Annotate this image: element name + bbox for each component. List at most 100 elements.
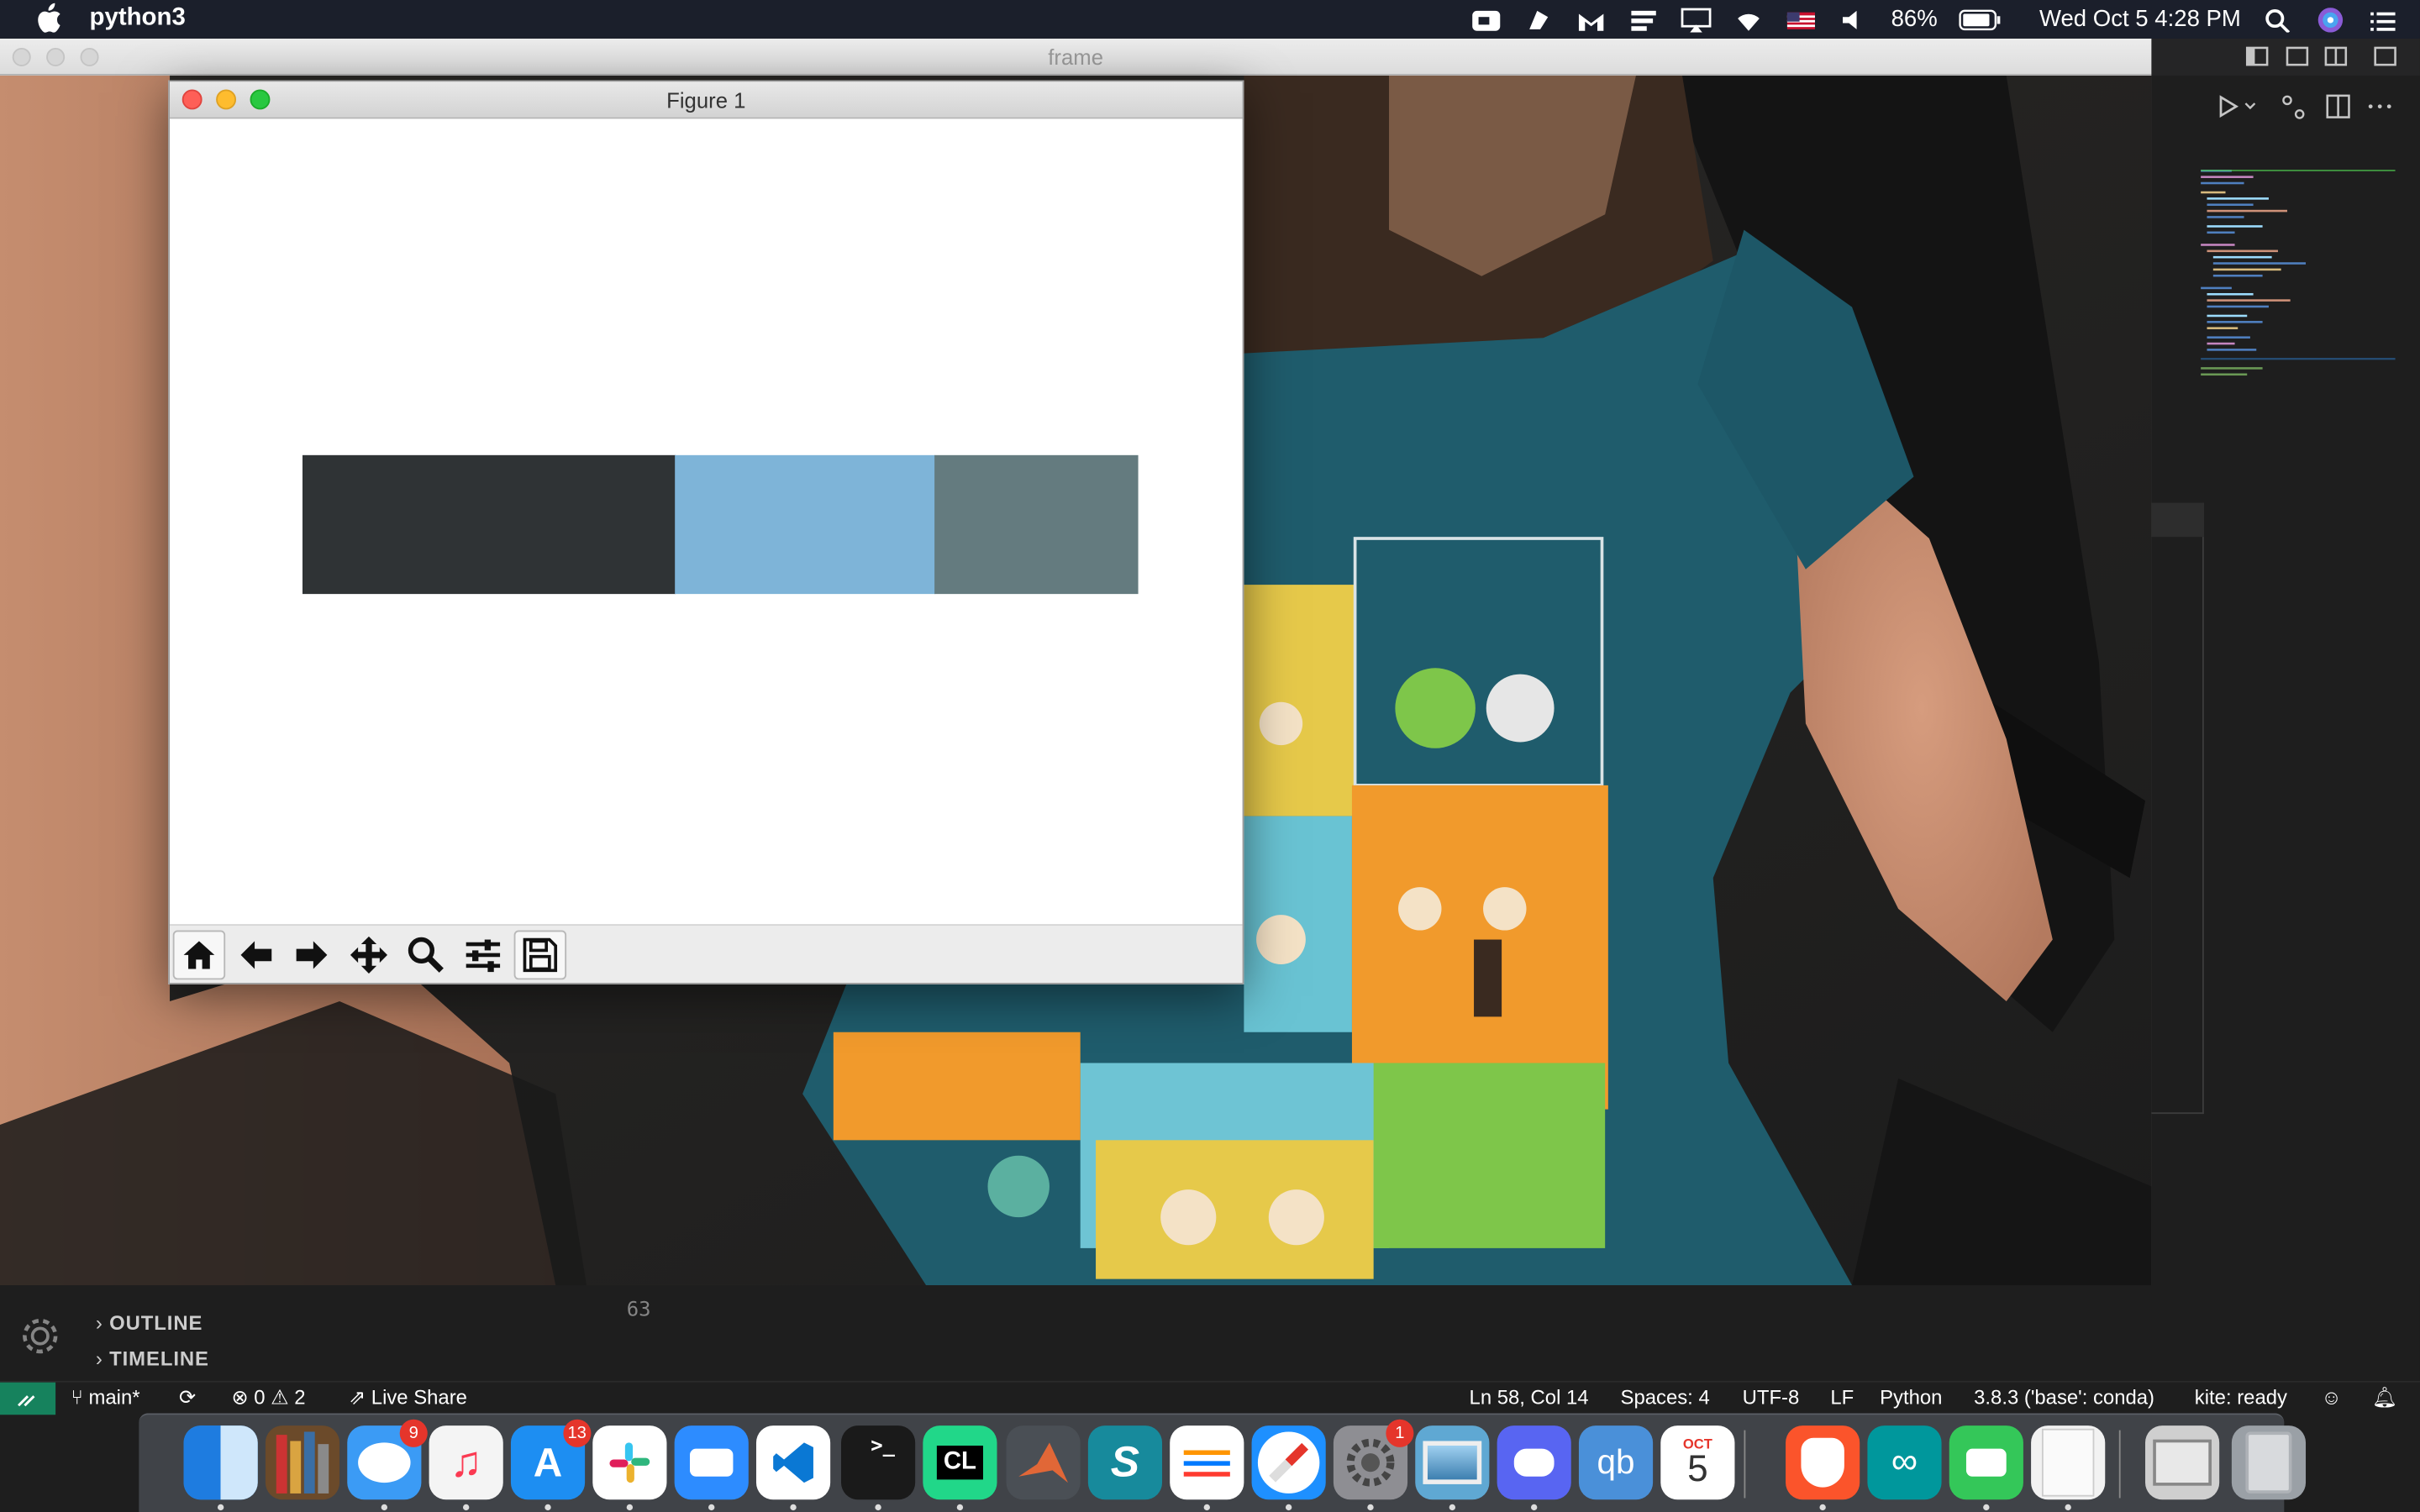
minimize-button[interactable]: [46, 47, 66, 66]
active-app-name[interactable]: python3: [90, 5, 186, 33]
close-button[interactable]: [12, 47, 31, 66]
airplay-icon[interactable]: [1681, 7, 1712, 32]
dock-separator: [1744, 1430, 1746, 1499]
error-count: 0: [254, 1385, 266, 1409]
sliders-icon: [466, 939, 501, 973]
dock-terminal-icon[interactable]: >_: [841, 1425, 916, 1500]
layout-icons: [2245, 46, 2396, 66]
dock-vscode-icon[interactable]: [755, 1425, 831, 1500]
stacks-icon[interactable]: [1628, 7, 1660, 31]
figure-titlebar[interactable]: Figure 1: [170, 81, 1243, 119]
warning-count: 2: [294, 1385, 306, 1409]
minimap[interactable]: [2197, 166, 2398, 382]
dock-matlab-icon[interactable]: [1006, 1425, 1081, 1500]
dock-trash-icon[interactable]: [2231, 1425, 2307, 1500]
editor-hover-panel: [2151, 502, 2204, 1115]
dock-brave-icon[interactable]: [1786, 1425, 1860, 1500]
figure-canvas[interactable]: [170, 118, 1243, 925]
floppy-disk-icon: [523, 937, 558, 973]
notification-badge: 13: [562, 1419, 592, 1447]
indentation[interactable]: Spaces: 4: [1621, 1385, 1710, 1409]
clion-label: CL: [937, 1445, 983, 1480]
close-button[interactable]: [182, 89, 203, 110]
running-indicator: [1285, 1504, 1292, 1511]
dock-surfshark-icon[interactable]: S: [1087, 1425, 1163, 1500]
kite-status[interactable]: kite: ready: [2195, 1385, 2287, 1409]
dock-slack-icon[interactable]: [592, 1425, 667, 1500]
spotlight-icon[interactable]: [2263, 7, 2294, 32]
dock-music-icon[interactable]: ♫: [429, 1425, 503, 1500]
siri-icon[interactable]: [2315, 7, 2346, 32]
pan-button[interactable]: [343, 931, 395, 980]
forward-button[interactable]: [286, 931, 338, 980]
apple-icon[interactable]: [34, 3, 61, 34]
notes-icon[interactable]: [1523, 7, 1555, 31]
save-button[interactable]: [513, 930, 567, 980]
dock-safari-icon[interactable]: [1251, 1425, 1326, 1500]
remote-icon: [18, 1395, 35, 1407]
running-indicator: [956, 1504, 964, 1511]
timeline-section[interactable]: › TIMELINE: [96, 1347, 209, 1370]
gear-icon[interactable]: [18, 1315, 61, 1357]
configure-subplots-button[interactable]: [457, 931, 509, 980]
dock-system-preferences-icon[interactable]: 1: [1333, 1419, 1414, 1500]
dock-finder-icon[interactable]: [183, 1425, 258, 1500]
figure-window[interactable]: Figure 1: [168, 80, 1244, 984]
dock-calendar-icon[interactable]: OCT 5: [1660, 1425, 1735, 1500]
dock-separator: [2118, 1430, 2121, 1499]
feedback-icon[interactable]: ☺: [2321, 1385, 2341, 1409]
encoding[interactable]: UTF-8: [1743, 1385, 1800, 1409]
bell-icon[interactable]: 🔔︎: [2372, 1385, 2397, 1410]
problems-indicator[interactable]: ⊗ 0 ⚠ 2: [232, 1385, 306, 1410]
control-center-icon[interactable]: [2367, 7, 2398, 31]
editor-run-toolbar[interactable]: [2207, 90, 2407, 123]
language-mode[interactable]: Python: [1880, 1385, 1942, 1409]
back-button[interactable]: [230, 931, 282, 980]
live-share-button[interactable]: ⇗ Live Share: [349, 1385, 467, 1410]
notification-badge: 9: [399, 1419, 428, 1447]
frame-titlebar[interactable]: frame: [0, 38, 2152, 76]
home-button[interactable]: [172, 930, 226, 980]
move-icon: [350, 936, 388, 974]
us-flag-icon: [1787, 11, 1816, 29]
dock-clion-icon[interactable]: CL: [923, 1425, 997, 1500]
battery-percent: 86%: [1891, 6, 1938, 33]
dock-calibre-icon[interactable]: [265, 1425, 340, 1500]
sync-icon[interactable]: ⟳: [179, 1385, 196, 1410]
outline-section[interactable]: › OUTLINE: [96, 1311, 203, 1335]
running-indicator: [463, 1504, 470, 1511]
malwarebytes-icon[interactable]: [1576, 7, 1607, 31]
running-indicator: [544, 1504, 551, 1511]
cursor-position[interactable]: Ln 58, Col 14: [1470, 1385, 1589, 1409]
notification-badge: 1: [1386, 1419, 1414, 1447]
color-bar-chart: [302, 454, 1139, 595]
menu-bar: python3 86% Wed Oct 5 4:28 PM: [0, 0, 2420, 39]
dock-reminders-icon[interactable]: [1170, 1425, 1244, 1500]
zoom-icon[interactable]: [1471, 7, 1502, 31]
python-interpreter[interactable]: 3.8.3 ('base': conda): [1974, 1385, 2154, 1409]
compare-icon: [2282, 95, 2292, 106]
maximize-button[interactable]: [250, 89, 271, 110]
dock-qbittorrent-icon[interactable]: qb: [1578, 1425, 1654, 1500]
battery-icon[interactable]: [1959, 8, 2002, 30]
dock-app-store-icon[interactable]: A 13: [510, 1419, 592, 1500]
minimize-button[interactable]: [216, 89, 237, 110]
dock-zoom-icon[interactable]: [674, 1425, 749, 1500]
dock-printer-icon[interactable]: [2145, 1425, 2220, 1500]
wifi-icon[interactable]: [1733, 7, 1765, 31]
dock-document-icon[interactable]: [2031, 1425, 2106, 1500]
clock[interactable]: Wed Oct 5 4:28 PM: [2039, 6, 2241, 32]
running-indicator: [217, 1504, 224, 1511]
outline-label: OUTLINE: [109, 1311, 203, 1335]
zoom-button[interactable]: [400, 931, 452, 980]
dock-preview-icon[interactable]: [1415, 1425, 1490, 1500]
remote-indicator[interactable]: [0, 1382, 56, 1415]
dock-discord-icon[interactable]: [1497, 1425, 1571, 1500]
volume-icon[interactable]: [1839, 7, 1870, 31]
dock-facetime-icon[interactable]: [1949, 1425, 2023, 1500]
zoom-window-button[interactable]: [80, 47, 99, 66]
branch-indicator[interactable]: ⑂ main*: [71, 1385, 139, 1409]
end-of-line[interactable]: LF: [1830, 1385, 1854, 1409]
dock-arduino-icon[interactable]: ∞: [1867, 1425, 1942, 1500]
dock-messages-icon[interactable]: 9: [347, 1419, 428, 1500]
